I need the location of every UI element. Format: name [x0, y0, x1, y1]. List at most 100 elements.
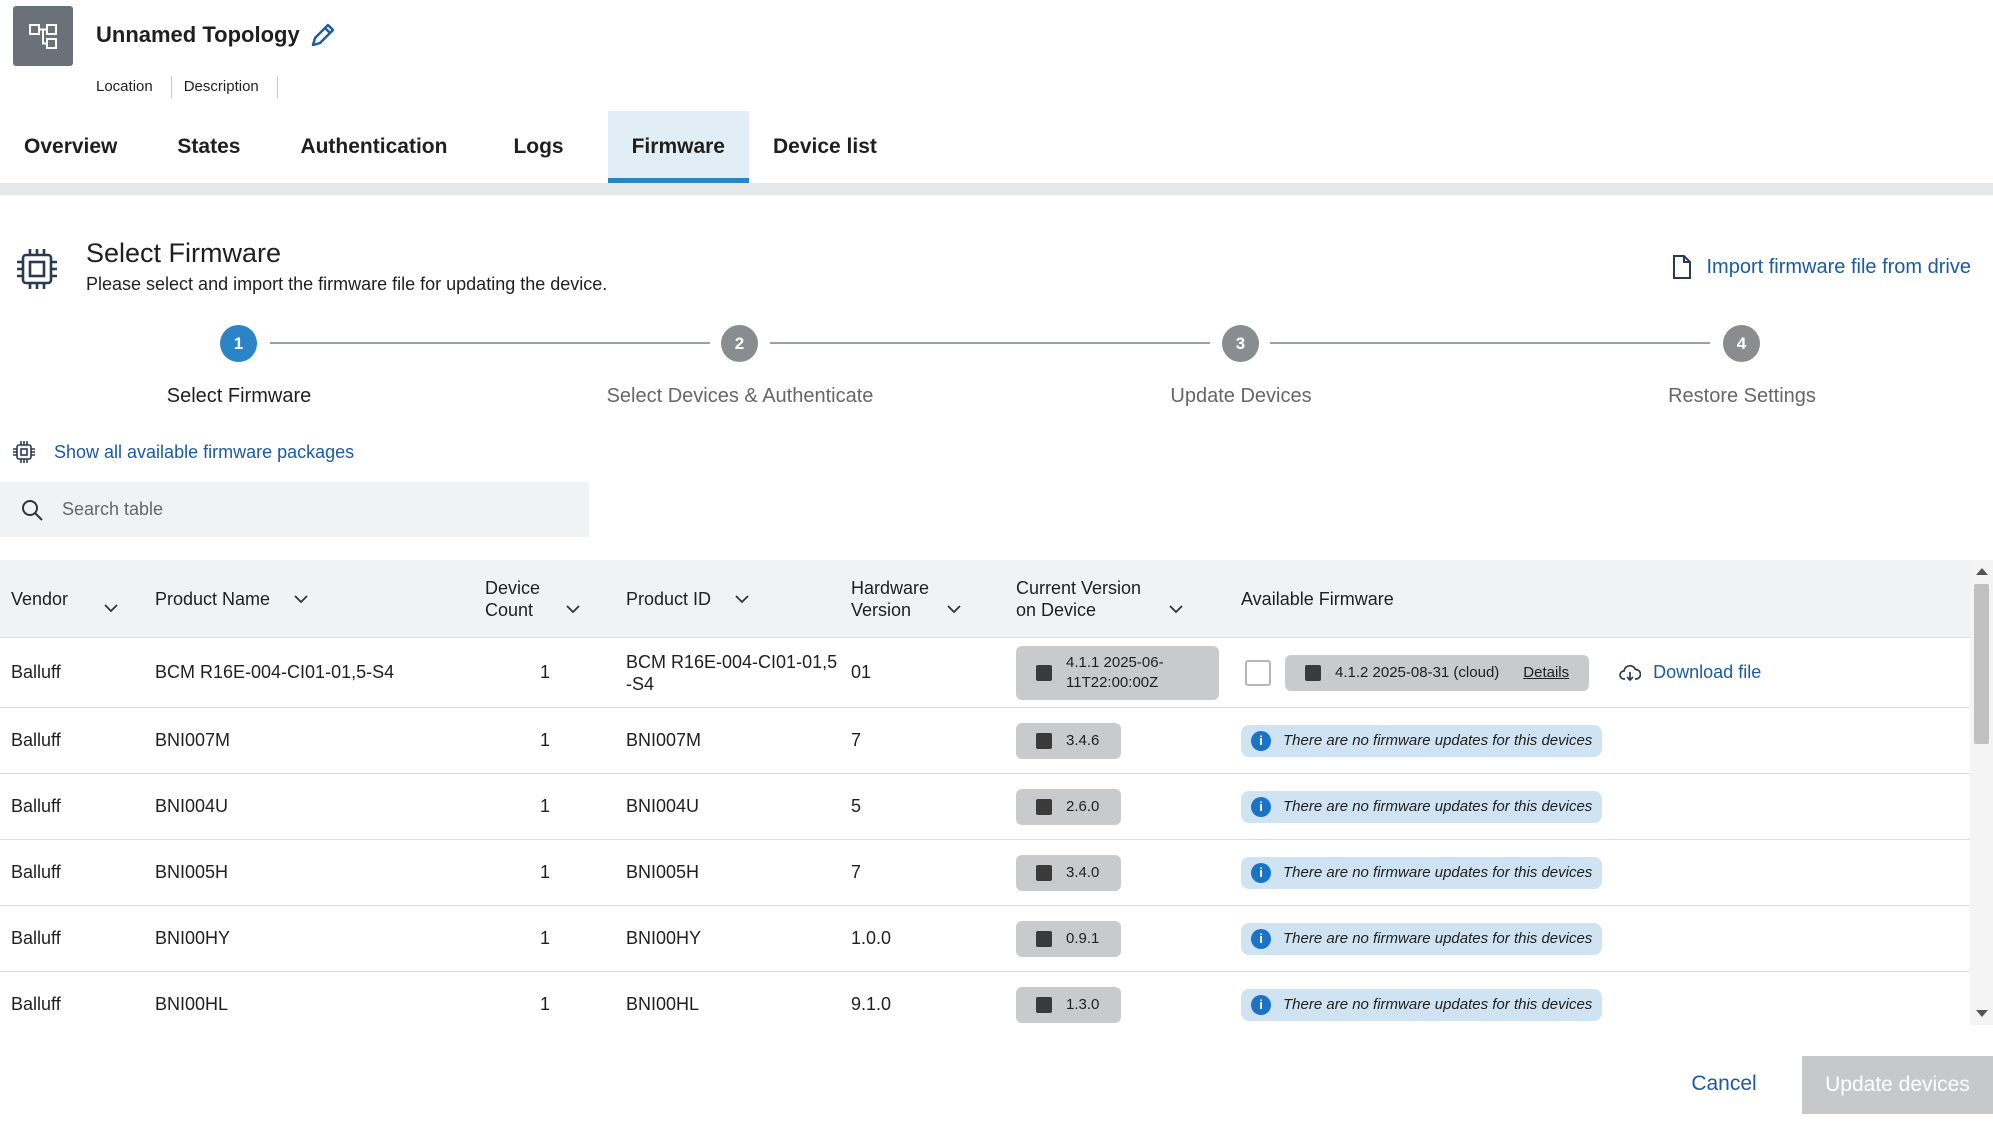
import-firmware-label: Import firmware file from drive: [1706, 255, 1972, 278]
col-current-line2: on Device: [1016, 600, 1097, 620]
current-version-text: 2.6.0: [1066, 798, 1100, 815]
col-current-version-label: Current Version on Device: [1016, 577, 1141, 621]
col-product-id[interactable]: Product ID: [626, 560, 751, 638]
description-field[interactable]: Description: [184, 76, 278, 98]
col-device-count[interactable]: Device Count: [485, 560, 582, 638]
tab-overview[interactable]: Overview: [0, 111, 141, 183]
section-title: Select Firmware: [86, 238, 282, 268]
cancel-button[interactable]: Cancel: [1660, 1062, 1788, 1106]
cell-product-name: BNI004U: [155, 796, 229, 816]
cell-hardware-version: 7: [851, 730, 862, 750]
cell-device-count: 1: [539, 994, 550, 1014]
current-version-text: 3.4.0: [1066, 864, 1100, 881]
cell-device-count: 1: [539, 796, 550, 816]
edit-pencil-icon[interactable]: [308, 20, 338, 50]
scroll-thumb[interactable]: [1974, 584, 1989, 744]
current-version-badge: 3.4.0: [1016, 854, 1122, 891]
cell-product-name: BNI00HL: [155, 994, 229, 1014]
location-field[interactable]: Location: [96, 76, 172, 98]
details-link[interactable]: Details: [1523, 664, 1569, 681]
cell-product-id: BNI005H: [626, 862, 700, 882]
cell-product-id-line2: -S4: [626, 673, 655, 694]
current-version-text: 1.3.0: [1066, 996, 1100, 1013]
scroll-down-arrow[interactable]: [1976, 1010, 1988, 1017]
current-version-badge: 3.4.6: [1016, 722, 1122, 759]
topology-meta: Location Description: [96, 76, 290, 98]
tab-firmware[interactable]: Firmware: [607, 111, 749, 183]
no-updates-text: There are no firmware updates for this d…: [1283, 864, 1593, 881]
download-file-label: Download file: [1653, 662, 1762, 682]
cell-available-firmware: 4.1.2 2025-08-31 (cloud) Details Downloa…: [1245, 638, 1761, 707]
info-icon: i: [1251, 730, 1271, 751]
step-1-circle: 1: [220, 325, 257, 362]
cell-product-id: BNI00HY: [626, 928, 702, 948]
current-version-badge: 1.3.0: [1016, 986, 1122, 1023]
step-connector: [1270, 342, 1710, 344]
current-version-line2: 11T22:00:00Z: [1066, 673, 1159, 691]
tab-states[interactable]: States: [153, 111, 264, 183]
no-updates-notice: i There are no firmware updates for this…: [1241, 790, 1603, 823]
col-product-name[interactable]: Product Name: [155, 560, 310, 638]
current-version-badge: 0.9.1: [1016, 920, 1122, 957]
table-row[interactable]: Balluff BNI00HL 1 BNI00HL 9.1.0 1.3.0 i …: [0, 972, 1970, 1025]
col-hardware-version[interactable]: Hardware Version: [851, 560, 963, 638]
chevron-down-icon: [104, 604, 118, 613]
step-2-label: Select Devices & Authenticate: [606, 385, 874, 407]
download-file-link[interactable]: Download file: [1619, 662, 1761, 683]
tab-device-list[interactable]: Device list: [749, 111, 901, 183]
step-4-circle: 4: [1723, 325, 1760, 362]
chevron-down-icon: [1169, 605, 1183, 614]
cell-vendor: Balluff: [11, 662, 61, 682]
select-firmware-checkbox[interactable]: [1245, 659, 1271, 686]
cell-device-count: 1: [539, 730, 550, 750]
show-all-firmware-label: Show all available firmware packages: [54, 441, 355, 462]
cell-product-id: BNI004U: [626, 796, 700, 816]
col-hardware-version-label: Hardware Version: [851, 577, 929, 621]
cell-available-firmware: i There are no firmware updates for this…: [1241, 906, 1603, 971]
firmware-square-icon: [1036, 864, 1052, 881]
chip-small-icon: [13, 441, 35, 463]
step-3-circle: 3: [1222, 325, 1259, 362]
chevron-down-icon: [947, 605, 961, 614]
show-all-firmware-link[interactable]: Show all available firmware packages: [12, 440, 354, 464]
table-row[interactable]: Balluff BNI004U 1 BNI004U 5 2.6.0 i Ther…: [0, 774, 1970, 840]
table-row[interactable]: Balluff BCM R16E-004-CI01-01,5-S4 1 BCM …: [0, 638, 1970, 708]
current-version-text: 3.4.6: [1066, 732, 1100, 749]
info-icon: i: [1251, 928, 1271, 949]
info-icon: i: [1251, 796, 1271, 817]
topology-app-icon: [13, 6, 73, 66]
cell-current-version: 3.4.0: [1016, 840, 1122, 905]
cell-available-firmware: i There are no firmware updates for this…: [1241, 774, 1603, 839]
import-firmware-link[interactable]: Import firmware file from drive: [1671, 254, 1972, 280]
tab-authentication[interactable]: Authentication: [276, 111, 471, 183]
col-available-firmware-label: Available Firmware: [1241, 589, 1394, 609]
table-header: Vendor Product Name Device Count Product…: [0, 560, 1970, 638]
cell-vendor: Balluff: [11, 796, 61, 816]
tab-logs[interactable]: Logs: [489, 111, 587, 183]
chevron-down-icon: [735, 595, 749, 604]
col-current-version[interactable]: Current Version on Device: [1016, 560, 1185, 638]
col-vendor[interactable]: Vendor: [11, 560, 120, 638]
search-input[interactable]: [62, 499, 542, 520]
cell-current-version: 4.1.1 2025-06- 11T22:00:00Z: [1016, 638, 1219, 707]
firmware-square-icon: [1036, 664, 1052, 681]
no-updates-text: There are no firmware updates for this d…: [1283, 732, 1593, 749]
update-devices-button[interactable]: Update devices: [1802, 1056, 1993, 1114]
col-product-id-label: Product ID: [626, 589, 712, 609]
current-version-badge: 2.6.0: [1016, 788, 1122, 825]
current-version-line1: 4.1.1 2025-06-: [1066, 653, 1164, 671]
table-row[interactable]: Balluff BNI00HY 1 BNI00HY 1.0.0 0.9.1 i …: [0, 906, 1970, 972]
cell-vendor: Balluff: [11, 862, 61, 882]
cell-product-name: BNI005H: [155, 862, 229, 882]
cell-hardware-version: 7: [851, 862, 862, 882]
cell-vendor: Balluff: [11, 730, 61, 750]
cell-product-id: BNI007M: [626, 730, 702, 750]
table-row[interactable]: Balluff BNI007M 1 BNI007M 7 3.4.6 i Ther…: [0, 708, 1970, 774]
table-scrollbar[interactable]: [1970, 560, 1993, 1025]
current-version-text: 4.1.1 2025-06- 11T22:00:00Z: [1066, 653, 1164, 693]
table-row[interactable]: Balluff BNI005H 1 BNI005H 7 3.4.0 i Ther…: [0, 840, 1970, 906]
scroll-up-arrow[interactable]: [1976, 568, 1988, 575]
col-current-line1: Current Version: [1016, 578, 1142, 598]
cell-hardware-version: 01: [851, 662, 872, 682]
info-icon: i: [1251, 862, 1271, 883]
